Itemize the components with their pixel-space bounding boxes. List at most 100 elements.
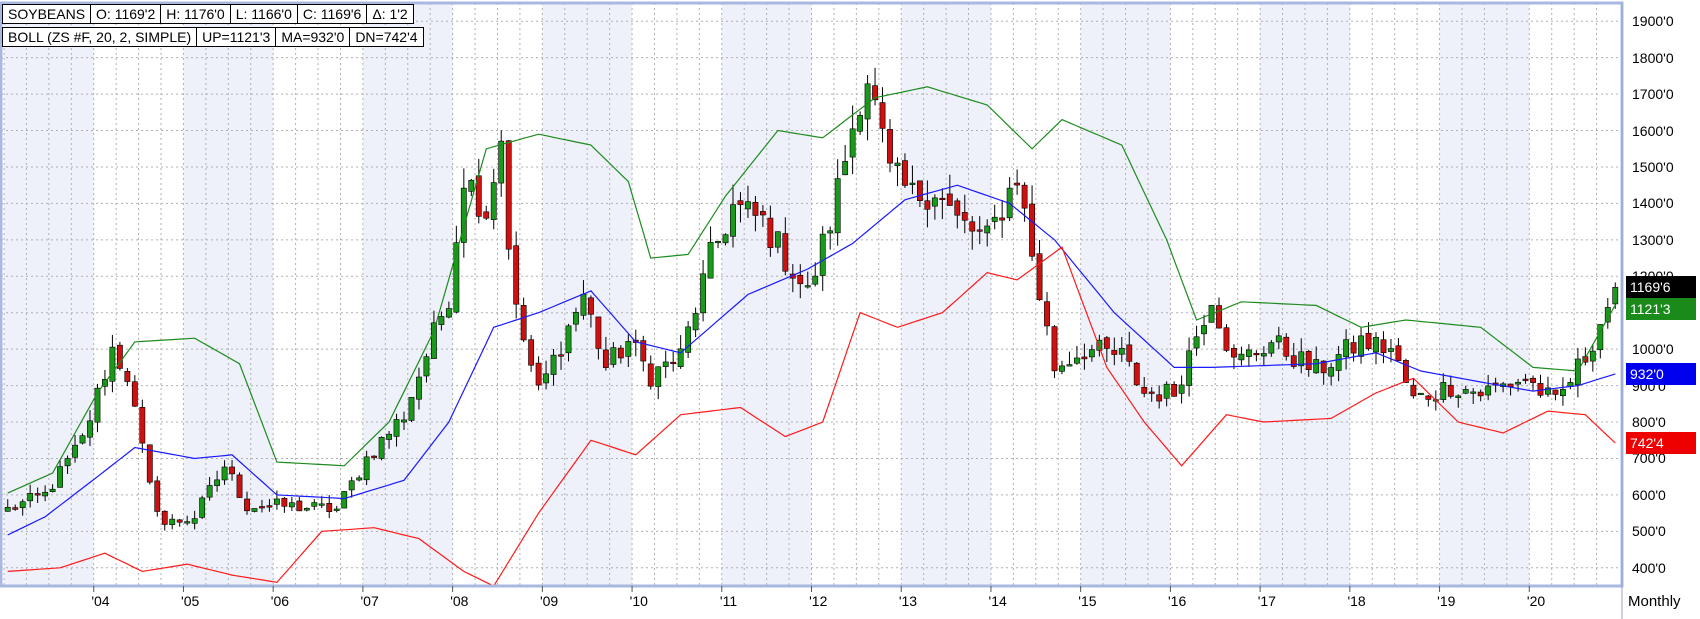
candle-down: [483, 211, 490, 219]
candle-down: [1231, 348, 1237, 358]
candle-down: [954, 200, 961, 216]
candle-up: [984, 225, 991, 234]
candle-down: [176, 519, 183, 523]
x-tick-label: '12: [809, 593, 828, 609]
candle-down: [939, 197, 946, 200]
y-tick-label: 400'0: [1632, 559, 1666, 576]
y-tick-label: 1900'0: [1632, 13, 1674, 30]
candle-up: [1275, 335, 1282, 343]
candle-down: [161, 510, 168, 525]
candle-up: [416, 376, 422, 400]
candle-up: [819, 233, 826, 276]
candle-up: [341, 491, 348, 509]
candle-up: [655, 366, 662, 387]
candle-up: [1118, 347, 1125, 355]
bollinger-chart: SOYBEANS O: 1169'2 H: 1176'0 L: 1166'0 C…: [0, 0, 1700, 619]
candle-up: [184, 521, 191, 524]
x-tick-label: '20: [1526, 593, 1546, 609]
candle-up: [1455, 395, 1462, 398]
middle-band-value: MA=932'0: [275, 27, 351, 47]
candle-down: [1141, 387, 1148, 394]
candle-up: [1343, 339, 1350, 358]
candle-up: [1163, 383, 1170, 399]
candle-down: [969, 221, 976, 232]
period-label[interactable]: Monthly: [1628, 593, 1681, 610]
candle-down: [520, 305, 527, 341]
candle-up: [1245, 349, 1252, 357]
candle-up: [1059, 365, 1065, 372]
candle-up: [894, 162, 901, 166]
candle-down: [12, 507, 19, 510]
indicator-label: BOLL (ZS #F, 20, 2, SIMPLE): [2, 27, 198, 47]
y-tick-label: 1000'0: [1632, 341, 1674, 358]
x-tick-label: '17: [1257, 593, 1276, 609]
candle-down: [535, 362, 542, 386]
candle-down: [1530, 377, 1536, 383]
close-value: C: 1169'6: [296, 4, 368, 24]
candle-up: [722, 234, 729, 244]
candle-up: [386, 433, 392, 440]
candle-up: [378, 437, 385, 459]
candle-down: [371, 455, 378, 458]
candle-up: [1440, 382, 1447, 400]
candle-up: [64, 458, 71, 467]
candle-up: [774, 231, 781, 248]
candle-up: [842, 161, 849, 176]
candle-down: [961, 212, 968, 221]
candle-up: [1074, 357, 1080, 364]
candle-down: [236, 474, 243, 498]
y-tick-label: 800'0: [1632, 414, 1666, 431]
candle-down: [976, 229, 983, 232]
candle-down: [1365, 332, 1372, 350]
candle-up: [1574, 358, 1581, 386]
candle-up: [490, 182, 497, 220]
candle-down: [924, 200, 931, 210]
candle-down: [602, 349, 609, 368]
candle-down: [1380, 339, 1387, 354]
low-value: L: 1166'0: [229, 4, 298, 24]
candle-down: [670, 361, 677, 365]
candle-up: [49, 488, 56, 492]
candle-up: [849, 128, 856, 158]
candle-up: [27, 493, 34, 502]
candle-up: [408, 397, 415, 421]
chart-canvas[interactable]: [0, 0, 1700, 619]
candle-up: [1515, 381, 1521, 385]
y-tick-label: 1800'0: [1632, 49, 1674, 66]
ohlc-info-row: SOYBEANS O: 1169'2 H: 1176'0 L: 1166'0 C…: [2, 4, 414, 24]
open-value: O: 1169'2: [90, 4, 162, 24]
candle-down: [1148, 391, 1155, 394]
candle-up: [431, 322, 437, 359]
candle-down: [131, 381, 138, 407]
candle-up: [199, 497, 206, 518]
y-tick-label: 500'0: [1632, 523, 1666, 540]
candle-up: [1201, 325, 1207, 335]
candle-up: [715, 240, 721, 244]
candle-up: [333, 508, 340, 511]
candle-down: [139, 407, 146, 444]
x-tick-label: '10: [629, 593, 648, 609]
high-value: H: 1176'0: [160, 4, 231, 24]
y-tick-label: 1500'0: [1632, 158, 1674, 175]
candle-up: [1066, 364, 1073, 367]
candle-up: [273, 498, 280, 505]
candle-up: [42, 491, 49, 497]
candle-up: [356, 477, 363, 481]
candle-up: [707, 241, 714, 279]
candle-up: [745, 201, 751, 210]
candle-down: [326, 503, 333, 513]
candle-up: [730, 204, 736, 237]
candle-down: [505, 140, 512, 250]
candle-down: [266, 505, 273, 508]
candle-up: [1388, 348, 1394, 352]
candle-up: [827, 230, 834, 234]
candle-up: [1238, 353, 1245, 361]
x-tick-label: '05: [181, 593, 200, 609]
candle-up: [4, 506, 11, 512]
candle-down: [244, 498, 250, 512]
candle-up: [19, 501, 26, 509]
candle-up: [909, 182, 916, 185]
candle-down: [1171, 384, 1178, 397]
candle-up: [550, 354, 557, 375]
x-tick-label: '13: [898, 593, 918, 609]
